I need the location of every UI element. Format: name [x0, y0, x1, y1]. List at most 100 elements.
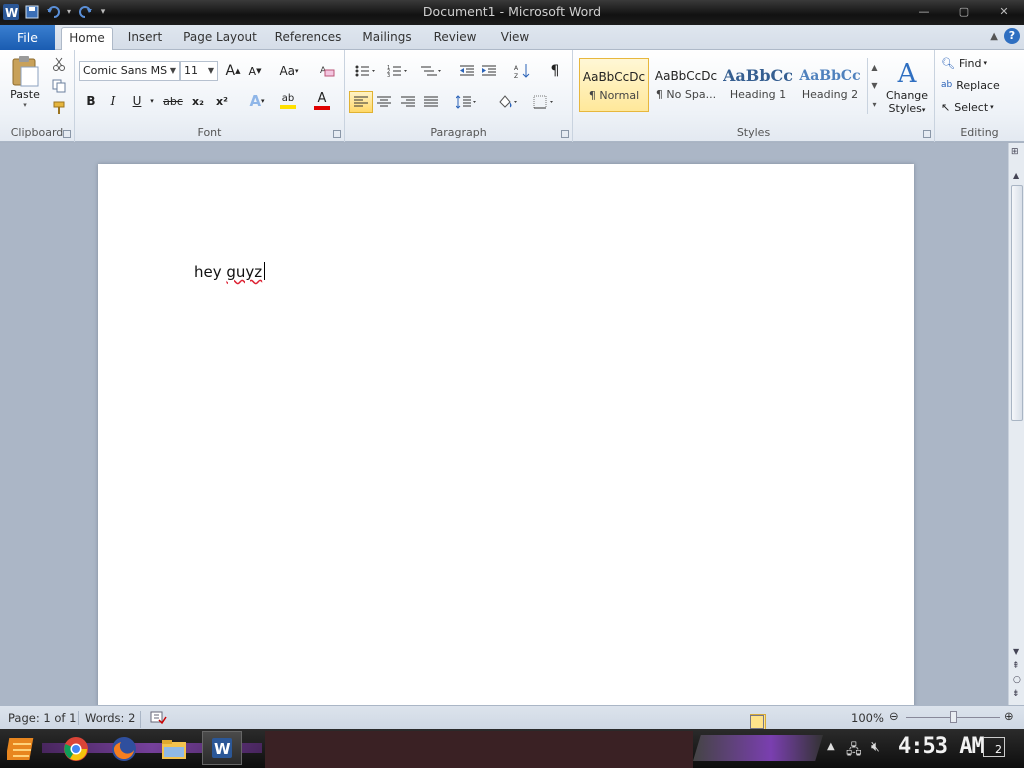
change-styles-button[interactable]: A Change Styles▾	[883, 54, 931, 120]
volume-muted-icon[interactable]: 🔇︎	[871, 739, 880, 755]
justify-icon[interactable]	[420, 91, 442, 113]
next-page-icon[interactable]: ⇟	[1012, 689, 1020, 699]
document-body-text[interactable]: hey guyz	[194, 262, 266, 281]
draft-view-icon[interactable]	[750, 715, 764, 729]
styles-more-icon[interactable]: ▾	[872, 100, 876, 109]
subscript-button[interactable]: x₂	[187, 91, 209, 111]
paste-dropdown-icon[interactable]: ▾	[23, 101, 27, 109]
decrease-indent-icon[interactable]	[457, 61, 477, 81]
minimize-button[interactable]: —	[904, 0, 944, 22]
network-icon[interactable]: 🖧︎	[846, 739, 862, 763]
paragraph-launcher-icon[interactable]	[561, 130, 569, 138]
font-group-label: Font	[197, 126, 222, 139]
browse-object-icon[interactable]: ○	[1013, 675, 1021, 685]
scroll-thumb[interactable]	[1011, 185, 1023, 421]
shading-button[interactable]	[493, 91, 523, 113]
paste-button[interactable]: Paste ▾	[4, 54, 46, 110]
grow-font-button[interactable]: A ▲	[223, 61, 243, 81]
styles-scroll-up-icon[interactable]: ▲	[871, 63, 877, 72]
close-button[interactable]: ✕	[984, 0, 1024, 22]
font-size-combo[interactable]: 11 ▼	[180, 61, 218, 81]
show-hidden-icons[interactable]: ▲	[827, 741, 835, 752]
taskbar-clock[interactable]: 4:53 AM	[898, 734, 985, 759]
font-name-combo[interactable]: Comic Sans MS ▼	[79, 61, 180, 81]
numbering-button[interactable]: 123	[383, 61, 413, 81]
scroll-up-icon[interactable]: ▲	[1013, 171, 1019, 180]
clear-formatting-icon[interactable]: A	[317, 61, 337, 81]
scroll-down-icon[interactable]: ▼	[1013, 647, 1019, 656]
word-count[interactable]: Words: 2	[78, 711, 135, 725]
styles-scroll-down-icon[interactable]: ▼	[871, 81, 877, 90]
style-heading-2[interactable]: AaBbCc Heading 2	[795, 58, 865, 112]
tab-file[interactable]: File	[0, 25, 55, 50]
font-color-button[interactable]: A	[307, 91, 337, 111]
shrink-font-button[interactable]: A ▼	[245, 61, 265, 81]
font-launcher-icon[interactable]	[333, 130, 341, 138]
borders-button[interactable]	[529, 91, 559, 113]
find-button[interactable]: 🔍︎ Find ▾	[941, 54, 1021, 72]
copy-icon[interactable]	[50, 77, 68, 95]
text-effects-button[interactable]: A ▾	[243, 91, 271, 111]
chrome-icon[interactable]	[60, 733, 92, 765]
paragraph-group-label: Paragraph	[430, 126, 487, 139]
maximize-button[interactable]: ▢	[944, 0, 984, 22]
vertical-scrollbar[interactable]: ⊞ ▲ ▼ ⇞ ○ ⇟	[1008, 143, 1024, 705]
clipboard-group: Paste ▾ Clipboard	[0, 50, 75, 142]
word-taskbar-icon[interactable]: W	[202, 731, 242, 765]
page-count[interactable]: Page: 1 of 1	[8, 711, 76, 725]
start-button-icon[interactable]	[6, 733, 38, 765]
help-icon[interactable]: ?	[1004, 28, 1020, 44]
underline-button[interactable]: U	[127, 91, 147, 111]
zoom-level[interactable]: 100%	[851, 711, 884, 725]
style-no-spacing-sample: AaBbCcDc	[654, 69, 718, 83]
tab-references[interactable]: References	[271, 27, 345, 50]
style-heading-1[interactable]: AaBbCc Heading 1	[723, 58, 793, 112]
strikethrough-button[interactable]: abc	[161, 91, 185, 111]
font-name-dropdown-icon[interactable]: ▼	[170, 62, 176, 80]
font-size-dropdown-icon[interactable]: ▼	[208, 62, 214, 80]
bold-button[interactable]: B	[81, 91, 101, 111]
multilevel-list-button[interactable]	[417, 61, 447, 81]
previous-page-icon[interactable]: ⇞	[1012, 661, 1020, 671]
style-no-spacing[interactable]: AaBbCcDc ¶ No Spa...	[651, 58, 721, 112]
replace-button[interactable]: ab Replace	[941, 76, 1021, 94]
firefox-icon[interactable]	[108, 733, 140, 765]
align-center-icon[interactable]	[373, 91, 395, 113]
underline-dropdown-icon[interactable]: ▾	[147, 95, 157, 107]
bullets-button[interactable]	[351, 61, 381, 81]
find-label: Find	[958, 56, 982, 70]
tab-review[interactable]: Review	[430, 27, 480, 50]
tab-insert[interactable]: Insert	[122, 27, 168, 50]
zoom-in-icon[interactable]: ⊕	[1004, 709, 1014, 723]
misspelled-word[interactable]: guyz	[226, 263, 262, 281]
proofing-icon[interactable]	[140, 711, 167, 728]
tab-home[interactable]: Home	[61, 27, 113, 50]
clipboard-launcher-icon[interactable]	[63, 130, 71, 138]
highlight-button[interactable]: ab	[273, 91, 303, 111]
style-normal[interactable]: AaBbCcDc ¶ Normal	[579, 58, 649, 112]
ribbon-tabs: File Home Insert Page Layout References …	[0, 25, 1024, 50]
tab-page-layout[interactable]: Page Layout	[183, 27, 257, 50]
cut-icon[interactable]	[50, 55, 68, 73]
italic-button[interactable]: I	[103, 91, 123, 111]
styles-launcher-icon[interactable]	[923, 130, 931, 138]
superscript-button[interactable]: x²	[211, 91, 233, 111]
document-page[interactable]: hey guyz	[98, 164, 914, 724]
align-right-icon[interactable]	[397, 91, 419, 113]
ruler-toggle-icon[interactable]: ⊞	[1011, 147, 1023, 161]
zoom-out-icon[interactable]: ⊖	[889, 709, 899, 723]
minimize-ribbon-icon[interactable]: ▲	[990, 31, 998, 42]
show-formatting-marks-button[interactable]: ¶	[545, 61, 565, 81]
line-spacing-button[interactable]	[453, 91, 481, 113]
change-case-button[interactable]: Aa ▾	[275, 61, 303, 81]
tab-mailings[interactable]: Mailings	[359, 27, 415, 50]
format-painter-icon[interactable]	[50, 99, 68, 117]
sort-icon[interactable]: AZ	[511, 61, 533, 81]
increase-indent-icon[interactable]	[479, 61, 499, 81]
file-explorer-icon[interactable]	[158, 733, 190, 765]
select-button[interactable]: ↖ Select ▾	[941, 98, 1021, 116]
zoom-slider-thumb[interactable]	[950, 711, 957, 723]
align-left-button[interactable]	[349, 91, 373, 113]
notifications-icon[interactable]: 2	[983, 737, 1005, 757]
tab-view[interactable]: View	[495, 27, 535, 50]
